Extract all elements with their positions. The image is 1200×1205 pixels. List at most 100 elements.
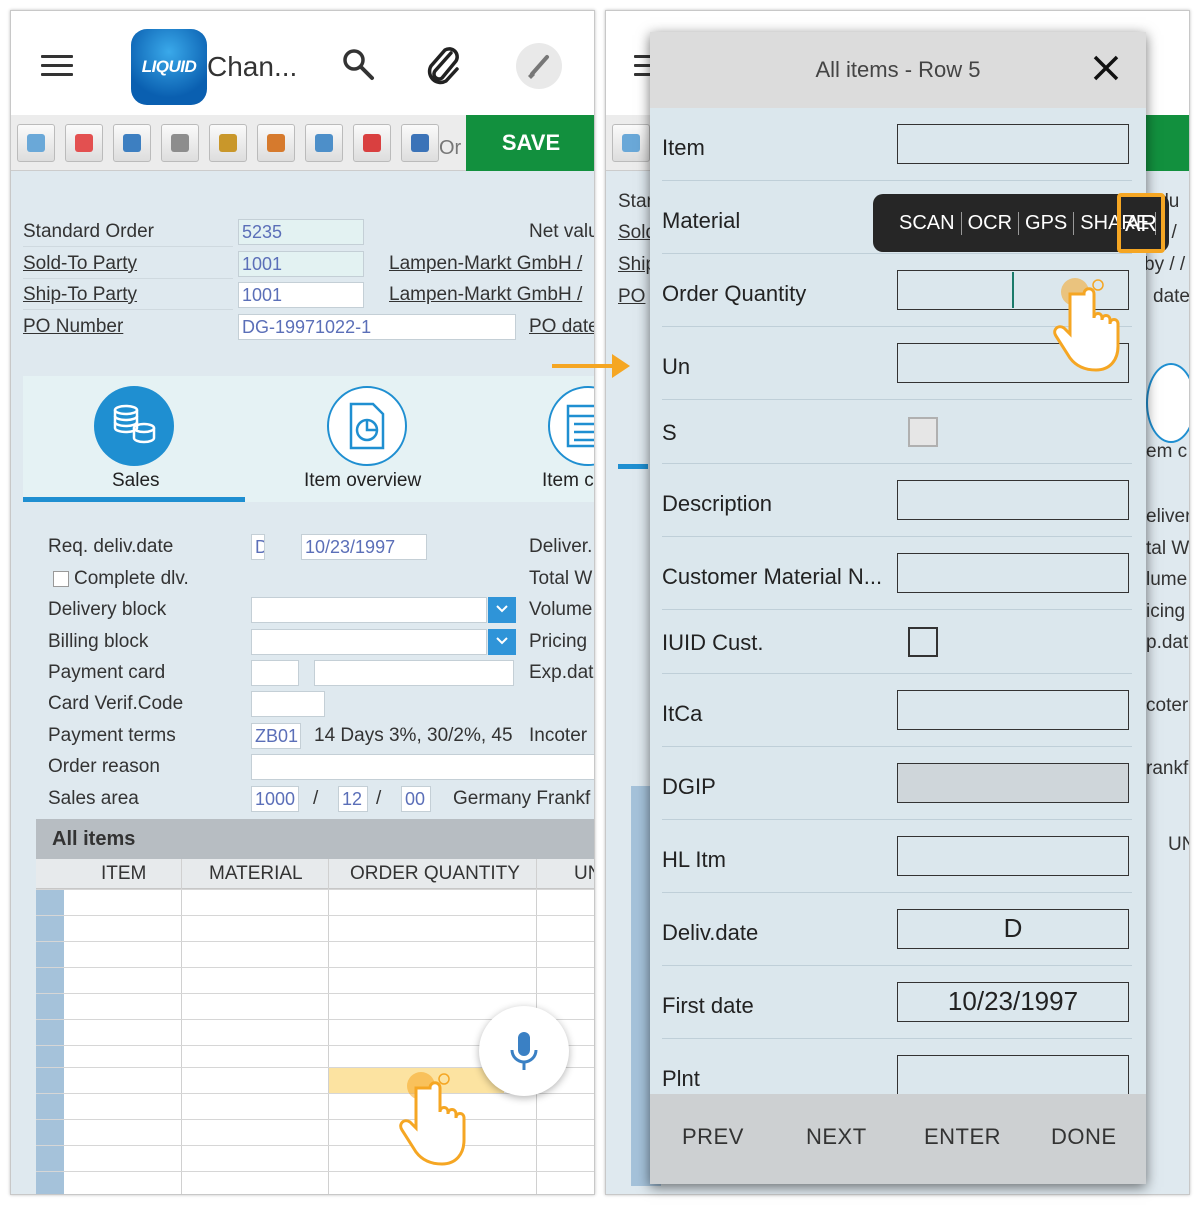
tab-strip: Sales Item overview Item c: [23, 376, 594, 502]
gps-option[interactable]: GPS: [1019, 211, 1075, 235]
scan-option[interactable]: SCAN: [893, 211, 962, 235]
toolbar-button-3[interactable]: [113, 124, 151, 162]
right-label-5: Exp.dat: [529, 662, 594, 683]
prev-button[interactable]: PREV: [682, 1124, 744, 1150]
column-header[interactable]: ORDER QUANTITY: [350, 863, 520, 885]
enter-button[interactable]: ENTER: [924, 1124, 1001, 1150]
column-header[interactable]: ITEM: [101, 863, 146, 885]
table-row[interactable]: [36, 941, 594, 942]
sold-to-field[interactable]: 1001: [238, 251, 364, 277]
toolbar-button-2[interactable]: [65, 124, 103, 162]
paperclip-icon[interactable]: [423, 41, 463, 87]
bg-label: PO: [618, 286, 646, 307]
column-header[interactable]: UN: [574, 863, 594, 885]
payment-terms-text: 14 Days 3%, 30/2%, 45: [314, 725, 513, 746]
toolbar-button-7[interactable]: [305, 124, 343, 162]
save-button[interactable]: SAVE: [466, 115, 594, 171]
column-header[interactable]: MATERIAL: [209, 863, 303, 885]
right-label-1: Deliver.: [529, 536, 593, 557]
divider: [662, 965, 1132, 966]
req-deliv-date[interactable]: 10/23/1997: [301, 534, 427, 560]
complete-dlv-label: Complete dlv.: [74, 568, 189, 589]
toolbar-button-5[interactable]: [209, 124, 247, 162]
hl-itm-input[interactable]: [897, 836, 1129, 876]
sold-to-name[interactable]: Lampen-Markt GmbH /: [389, 253, 582, 275]
sales-area-text: Germany Frankf: [453, 788, 591, 809]
bg-label: rankf: [1146, 758, 1189, 779]
po-number-label[interactable]: PO Number: [23, 316, 123, 338]
toolbar-button-6[interactable]: [257, 124, 295, 162]
first-date-input[interactable]: 10/23/1997: [897, 982, 1129, 1022]
field-label-customer-material: Customer Material N...: [662, 564, 883, 589]
table-row[interactable]: [36, 1145, 594, 1146]
dgip-input[interactable]: [897, 763, 1129, 803]
table-row[interactable]: [36, 993, 594, 994]
bg-label: coter: [1146, 695, 1189, 716]
toolbar-button-4[interactable]: [161, 124, 199, 162]
po-number-field[interactable]: DG-19971022-1: [238, 314, 516, 340]
table-row[interactable]: [36, 967, 594, 968]
done-button[interactable]: DONE: [1051, 1124, 1117, 1150]
itca-input[interactable]: [897, 690, 1129, 730]
deliv-date-input[interactable]: D: [897, 909, 1129, 949]
close-icon[interactable]: [1090, 52, 1122, 84]
payment-terms-field[interactable]: ZB01: [251, 723, 301, 749]
sold-to-label[interactable]: Sold-To Party: [23, 253, 137, 275]
iuid-cust-checkbox[interactable]: [908, 627, 938, 657]
billing-block-select[interactable]: [251, 629, 487, 655]
theme-button[interactable]: [516, 43, 562, 89]
description-input[interactable]: [897, 480, 1129, 520]
tab-item-conditions[interactable]: [548, 386, 594, 466]
bg-tab-icon: [1146, 363, 1189, 443]
complete-dlv-checkbox[interactable]: [53, 571, 69, 587]
payment-card-type[interactable]: [251, 660, 299, 686]
toolbar-button-1[interactable]: [612, 124, 650, 162]
field-label-first-date: First date: [662, 993, 754, 1018]
all-items-header: All items: [36, 819, 594, 859]
s-checkbox[interactable]: [908, 417, 938, 447]
table-row[interactable]: [36, 889, 594, 890]
req-deliv-unit[interactable]: D: [251, 534, 265, 560]
ocr-option[interactable]: OCR: [962, 211, 1020, 235]
delivery-block-dropdown[interactable]: [488, 597, 516, 623]
delivery-block-label: Delivery block: [48, 599, 167, 620]
dialog-title: All items - Row 5: [650, 32, 1146, 108]
plnt-input[interactable]: [897, 1055, 1129, 1095]
voice-button[interactable]: [479, 1006, 569, 1096]
toolbar-button-8[interactable]: [353, 124, 391, 162]
divider: [662, 463, 1132, 464]
table-row[interactable]: [36, 915, 594, 916]
search-icon[interactable]: [341, 47, 375, 81]
ship-to-field[interactable]: 1001: [238, 282, 364, 308]
card-verif-field[interactable]: [251, 691, 325, 717]
billing-block-dropdown[interactable]: [488, 629, 516, 655]
sales-org-field[interactable]: 1000: [251, 786, 299, 812]
toolbar-button-1[interactable]: [17, 124, 55, 162]
menu-icon[interactable]: [41, 55, 73, 77]
po-date-label[interactable]: PO date: [529, 316, 594, 338]
payment-card-number[interactable]: [314, 660, 514, 686]
table-row[interactable]: [36, 1119, 594, 1120]
ship-to-label[interactable]: Ship-To Party: [23, 284, 137, 306]
row-selector-column[interactable]: [36, 889, 64, 1194]
dist-channel-field[interactable]: 12: [338, 786, 368, 812]
divider: [662, 180, 1132, 181]
division-field[interactable]: 00: [401, 786, 431, 812]
sales-area-label: Sales area: [48, 788, 139, 809]
tab-item-overview[interactable]: [327, 386, 407, 466]
table-row[interactable]: [36, 1171, 594, 1172]
delivery-block-select[interactable]: [251, 597, 487, 623]
order-reason-field[interactable]: [251, 754, 594, 780]
tab-sales[interactable]: [94, 386, 174, 466]
item-input[interactable]: [897, 124, 1129, 164]
standard-order-field[interactable]: 5235: [238, 219, 364, 245]
customer-material-input[interactable]: [897, 553, 1129, 593]
right-label-4: Pricing: [529, 631, 588, 652]
payment-terms-label: Payment terms: [48, 725, 176, 746]
divider: [23, 278, 233, 279]
toolbar-button-9[interactable]: [401, 124, 439, 162]
ship-to-name[interactable]: Lampen-Markt GmbH /: [389, 284, 582, 306]
field-label-dgip: DGIP: [662, 774, 716, 799]
ar-option[interactable]: AR: [1117, 193, 1165, 253]
next-button[interactable]: NEXT: [806, 1124, 867, 1150]
